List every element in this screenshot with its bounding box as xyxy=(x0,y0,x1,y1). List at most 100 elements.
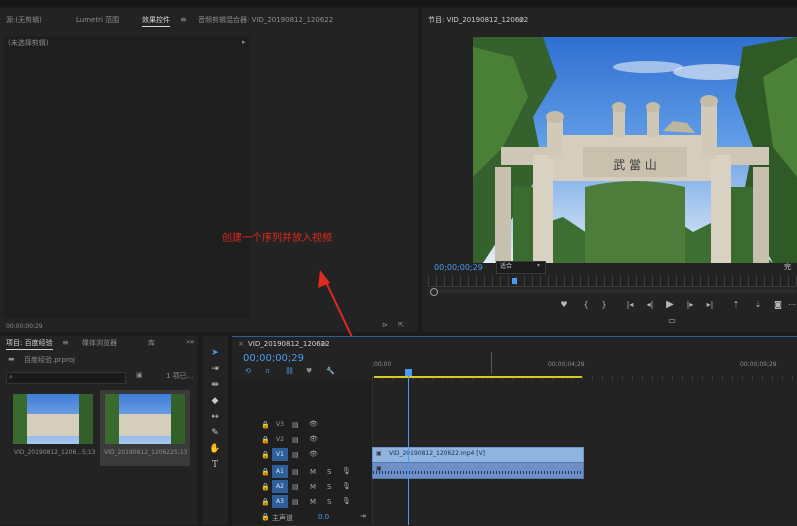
solo-button[interactable]: S xyxy=(327,468,331,476)
sync-lock-icon[interactable]: ▤ xyxy=(292,451,299,459)
annotation-text: 创建一个序列并放入视频 xyxy=(222,233,332,244)
step-forward-icon[interactable]: |▸ xyxy=(684,299,696,309)
comparison-view-icon[interactable]: ▭ xyxy=(666,315,678,325)
lock-icon[interactable]: 🔒 xyxy=(261,513,270,521)
program-timecode[interactable]: 00;00;00;29 xyxy=(434,264,483,272)
lock-icon[interactable]: 🔒 xyxy=(261,498,270,506)
program-title[interactable]: 节目: VID_20190812_120622 xyxy=(428,17,528,24)
program-scrub-bar[interactable] xyxy=(428,276,797,287)
tab-audio-clip-mixer[interactable]: 音频剪辑混合器: VID_20190812_120622 xyxy=(198,17,333,24)
track-select-tool-icon[interactable]: ⇥ xyxy=(208,362,222,376)
tab-libraries[interactable]: 库 xyxy=(148,340,155,347)
hand-tool-icon[interactable]: ✋ xyxy=(208,442,222,456)
more-controls-icon[interactable]: ⋯ xyxy=(786,299,797,309)
track-label-a3[interactable]: A3 xyxy=(272,495,288,508)
panel-menu-icon[interactable]: ≡ xyxy=(180,16,187,24)
mute-button[interactable]: M xyxy=(310,468,316,476)
go-to-out-icon[interactable]: ▸| xyxy=(704,299,716,309)
track-label-v2[interactable]: V2 xyxy=(272,433,288,446)
track-label-v3[interactable]: V3 xyxy=(272,418,288,431)
eye-icon[interactable]: 👁 xyxy=(309,450,318,458)
timeline-playhead-handle[interactable] xyxy=(405,369,412,376)
master-volume-value[interactable]: 0.0 xyxy=(318,513,329,521)
step-back-icon[interactable]: ◂| xyxy=(644,299,656,309)
project-file-name: 百度经验.prproj xyxy=(24,356,75,364)
program-playhead[interactable] xyxy=(512,278,517,284)
wrench-icon[interactable]: 🔧 xyxy=(326,368,335,375)
go-to-in-icon[interactable]: |◂ xyxy=(624,299,636,309)
lock-icon[interactable]: 🔒 xyxy=(261,421,270,429)
ripple-edit-tool-icon[interactable]: ⇹ xyxy=(208,378,222,392)
list-item[interactable]: VID_20190812_120622 5;13 xyxy=(100,390,190,466)
folder-icon: ▬ xyxy=(8,355,15,363)
timeline-menu-icon[interactable]: ≡ xyxy=(320,340,327,348)
tab-media-browser[interactable]: 媒体浏览器 xyxy=(82,340,117,347)
slip-tool-icon[interactable]: ↔ xyxy=(208,410,222,424)
microphone-icon[interactable]: 🎙 xyxy=(342,482,351,490)
lock-icon[interactable]: 🔒 xyxy=(261,483,270,491)
ruler-label-end: 00;00;09;29 xyxy=(740,361,777,368)
mark-out-icon[interactable]: } xyxy=(598,299,610,309)
filter-icon[interactable]: ⊳ xyxy=(382,322,388,329)
project-menu-icon[interactable]: ≡ xyxy=(62,339,69,347)
lift-icon[interactable]: ⇡ xyxy=(730,299,742,309)
tab-source[interactable]: 源:(无剪辑) xyxy=(6,17,42,24)
list-item[interactable]: VID_20190812_1206... 5;13 xyxy=(10,392,96,466)
audio-clip[interactable]: ▣ xyxy=(372,462,584,479)
solo-button[interactable]: S xyxy=(327,498,331,506)
tools-overflow-icon[interactable]: » xyxy=(190,338,194,346)
track-label-a2[interactable]: A2 xyxy=(272,480,288,493)
linked-selection-icon[interactable]: ⛓ xyxy=(285,368,294,375)
media-thumbnail xyxy=(105,394,185,444)
mark-in-icon[interactable]: { xyxy=(580,299,592,309)
eye-icon[interactable]: 👁 xyxy=(309,435,318,443)
lock-icon[interactable]: 🔒 xyxy=(261,451,270,459)
sync-lock-icon[interactable]: ▤ xyxy=(292,436,299,444)
new-bin-icon[interactable]: ▣ xyxy=(136,372,143,379)
solo-button[interactable]: S xyxy=(327,483,331,491)
eye-icon[interactable]: 👁 xyxy=(309,420,318,428)
sync-lock-icon[interactable]: ▤ xyxy=(292,421,299,429)
sync-lock-icon[interactable]: ▤ xyxy=(292,483,299,491)
play-icon[interactable]: ▶ xyxy=(664,299,676,310)
razor-tool-icon[interactable]: ◆ xyxy=(208,394,222,408)
program-menu-icon[interactable]: ≡ xyxy=(518,16,525,24)
sync-lock-icon[interactable]: ▤ xyxy=(292,468,299,476)
timeline-tab[interactable]: VID_20190812_120622 xyxy=(248,341,330,348)
export-icon[interactable]: ⇱ xyxy=(398,322,404,329)
zoom-select[interactable]: 适合 ▾ xyxy=(496,261,546,274)
work-area-bar[interactable] xyxy=(374,376,582,378)
mute-button[interactable]: M xyxy=(310,483,316,491)
lock-icon[interactable]: 🔒 xyxy=(261,436,270,444)
effect-controls-timeline xyxy=(252,36,416,318)
extract-icon[interactable]: ⇣ xyxy=(752,299,764,309)
project-search-input[interactable]: ⌕ xyxy=(6,372,126,384)
snap-icon[interactable]: ∩ xyxy=(265,368,270,375)
timeline-marker-icon[interactable]: ♥ xyxy=(306,368,312,375)
program-scroll-bar[interactable] xyxy=(428,289,797,293)
video-clip[interactable]: ▣ VID_20190812_120622.mp4 [V] xyxy=(372,447,584,463)
export-frame-icon[interactable]: ◙ xyxy=(772,299,784,309)
tab-effect-controls[interactable]: 效果控件 xyxy=(142,17,170,27)
timeline-timecode[interactable]: 00;00;00;29 xyxy=(243,354,304,364)
mute-button[interactable]: M xyxy=(310,498,316,506)
master-track-label: 主声道 xyxy=(272,514,293,522)
tab-lumetri-scopes[interactable]: Lumetri 范围 xyxy=(76,17,119,24)
track-label-a1[interactable]: A1 xyxy=(272,465,288,478)
nest-icon[interactable]: ⟲ xyxy=(245,368,251,375)
tab-project[interactable]: 项目: 百度经验 xyxy=(6,340,53,350)
selection-tool-icon[interactable]: ➤ xyxy=(208,346,222,360)
microphone-icon[interactable]: 🎙 xyxy=(342,497,351,505)
track-label-v1[interactable]: V1 xyxy=(272,448,288,461)
lock-icon[interactable]: 🔒 xyxy=(261,468,270,476)
type-tool-icon[interactable]: T xyxy=(208,458,222,472)
sync-lock-icon[interactable]: ▤ xyxy=(292,498,299,506)
go-to-end-icon[interactable]: ⇥ xyxy=(360,512,366,520)
effect-controls-panel: 源:(无剪辑) Lumetri 范围 效果控件 ≡ 音频剪辑混合器: VID_2… xyxy=(0,8,418,332)
program-scroll-handle[interactable] xyxy=(430,288,438,296)
microphone-icon[interactable]: 🎙 xyxy=(342,467,351,475)
expand-arrow-icon[interactable]: ▸ xyxy=(242,39,246,46)
close-icon[interactable]: × xyxy=(238,341,244,348)
add-marker-icon[interactable]: ♥ xyxy=(558,299,570,309)
pen-tool-icon[interactable]: ✎ xyxy=(208,426,222,440)
